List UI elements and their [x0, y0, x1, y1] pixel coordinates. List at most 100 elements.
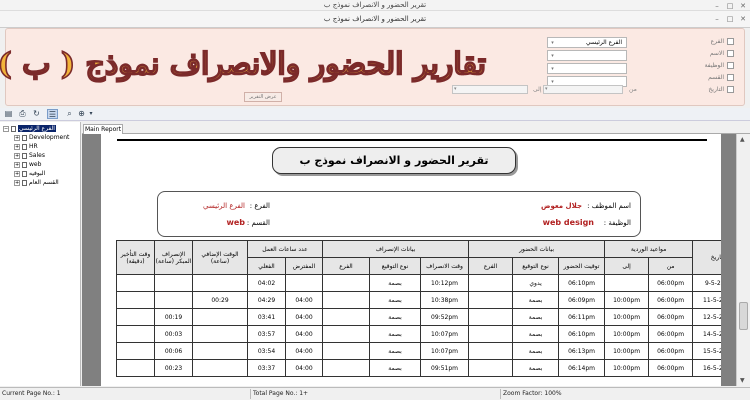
document-icon: [22, 134, 27, 141]
col-expected: المفترض: [285, 257, 323, 275]
export-icon[interactable]: ▤: [3, 109, 14, 119]
cell-overtime: [192, 274, 248, 292]
cell-overtime: [192, 325, 248, 343]
close-icon[interactable]: ✕: [738, 15, 748, 23]
report-top-line: [117, 139, 707, 141]
name-checkbox-row[interactable]: الاسم: [710, 50, 734, 57]
job-checkbox-row[interactable]: الوظيفة: [705, 62, 734, 69]
cell-att-branch: [468, 325, 514, 343]
show-report-button[interactable]: عرض التقرير: [244, 92, 282, 102]
chevron-down-icon[interactable]: ▾: [545, 86, 548, 92]
employee-name-label: اسم الموظف :: [587, 202, 631, 210]
col-from: من: [648, 257, 694, 275]
cell-date: 15-5-2011: [692, 342, 721, 360]
tree-item[interactable]: + Development: [14, 134, 69, 142]
job-select[interactable]: ▾: [547, 63, 627, 74]
cell-to: [604, 274, 650, 292]
col-dep-branch: الفرع: [321, 257, 371, 275]
scroll-up-icon[interactable]: ▲: [740, 136, 745, 143]
collapse-icon[interactable]: −: [3, 125, 9, 132]
name-select[interactable]: ▾: [547, 50, 627, 61]
vertical-scrollbar[interactable]: ▲ ▼: [736, 134, 750, 386]
date-to-label: إلى: [533, 86, 542, 93]
status-divider: [250, 389, 251, 399]
tab-main-report[interactable]: Main Report: [83, 124, 123, 134]
col-shift: مواعيد الوردية: [604, 240, 694, 258]
cell-dep: 10:07pm: [420, 342, 470, 360]
tree-item[interactable]: + Sales: [14, 152, 45, 160]
refresh-icon[interactable]: ↻: [31, 109, 42, 119]
date-to-picker[interactable]: ▾: [452, 85, 528, 94]
tree-item[interactable]: + HR: [14, 143, 38, 151]
zoom-icon[interactable]: ⊕: [76, 109, 87, 119]
expand-icon[interactable]: +: [14, 152, 20, 159]
cell-from: 06:00pm: [648, 359, 694, 377]
cell-dep-branch: [321, 325, 371, 343]
cell-expected: 04:00: [285, 325, 323, 343]
cell-att: 06:11pm: [558, 308, 606, 326]
cell-delay: [116, 359, 155, 377]
date-checkbox-row[interactable]: التاريخ: [708, 86, 734, 93]
tree-item-label: HR: [29, 143, 38, 150]
report-page: تقرير الحضور و الانصراف نموذج ب اسم المو…: [101, 134, 721, 386]
cell-to: 10:00pm: [604, 342, 650, 360]
close-icon[interactable]: ✕: [738, 2, 748, 10]
tree-item-label: القسم العام: [29, 179, 59, 186]
cell-att: 06:14pm: [558, 359, 606, 377]
table-row: 14-5-201106:00pm10:00pm06:10pmبصمة10:07p…: [116, 325, 721, 343]
chevron-down-icon[interactable]: ▾: [454, 86, 457, 92]
filter-panel: تقارير الحضور والانصراف نموذج ( ب ) الفر…: [0, 28, 745, 106]
expand-icon[interactable]: +: [14, 134, 20, 141]
cell-att-branch: [468, 308, 514, 326]
cell-delay: [116, 308, 155, 326]
date-checkbox[interactable]: [727, 86, 734, 93]
tree-item[interactable]: + web: [14, 161, 41, 169]
zoom-dropdown-icon[interactable]: ▾: [88, 109, 94, 119]
col-date: التاريخ: [692, 240, 721, 275]
tree-item[interactable]: + البوفيه: [14, 170, 45, 178]
chevron-down-icon[interactable]: ▾: [549, 65, 556, 73]
zoom-status: Zoom Factor: 100%: [503, 390, 562, 397]
table-row: 9-5-201106:00pm 06:10pmيدوي 10:12pmبصمة 04:…: [116, 274, 721, 292]
dept-checkbox-row[interactable]: القسم: [708, 74, 734, 81]
cell-att: 06:13pm: [558, 342, 606, 360]
group-tree: − الفرع الرئيسي + Development + HR + Sales +…: [0, 122, 81, 386]
report-title: تقرير الحضور و الانصراف نموذج ب: [272, 147, 516, 174]
cell-att-branch: [468, 291, 514, 309]
dept-checkbox-label: القسم: [708, 74, 724, 81]
scrollbar-thumb[interactable]: [739, 302, 748, 330]
expand-icon[interactable]: +: [14, 143, 20, 150]
tree-item[interactable]: + القسم العام: [14, 179, 59, 187]
cell-date: 16-5-2011: [692, 359, 721, 377]
maximize-icon[interactable]: □: [725, 15, 735, 23]
print-icon[interactable]: ⎙: [17, 109, 28, 119]
cell-att-sign: بصمة: [512, 291, 560, 309]
cell-expected: 04:00: [285, 308, 323, 326]
chevron-down-icon[interactable]: ▾: [549, 52, 556, 60]
branch-checkbox-row[interactable]: الفرع: [711, 38, 734, 45]
job-checkbox[interactable]: [727, 62, 734, 69]
expand-icon[interactable]: +: [14, 161, 20, 168]
scroll-down-icon[interactable]: ▼: [740, 377, 745, 384]
tree-root[interactable]: − الفرع الرئيسي: [3, 125, 56, 133]
cell-dep-sign: بصمة: [369, 274, 422, 292]
cell-actual: 03:41: [247, 308, 286, 326]
expand-icon[interactable]: +: [14, 170, 20, 177]
expand-icon[interactable]: +: [14, 179, 20, 186]
group-tree-toggle-icon[interactable]: ☰: [47, 109, 58, 119]
minimize-icon[interactable]: –: [712, 15, 722, 23]
chevron-down-icon[interactable]: ▾: [549, 39, 556, 47]
cell-overtime: [192, 342, 248, 360]
find-icon[interactable]: ⌕: [64, 109, 75, 119]
date-from-picker[interactable]: ▾: [543, 85, 623, 94]
table-row: 12-5-201106:00pm10:00pm06:11pmبصمة09:52p…: [116, 308, 721, 326]
cell-att: 06:10pm: [558, 274, 606, 292]
name-checkbox[interactable]: [727, 50, 734, 57]
branch-checkbox[interactable]: [727, 38, 734, 45]
minimize-icon[interactable]: –: [712, 2, 722, 10]
dept-checkbox[interactable]: [727, 74, 734, 81]
cell-overtime: 00:29: [192, 291, 248, 309]
cell-delay: [116, 325, 155, 343]
maximize-icon[interactable]: □: [725, 2, 735, 10]
branch-select[interactable]: الفرع الرئيسي ▾: [547, 37, 627, 48]
